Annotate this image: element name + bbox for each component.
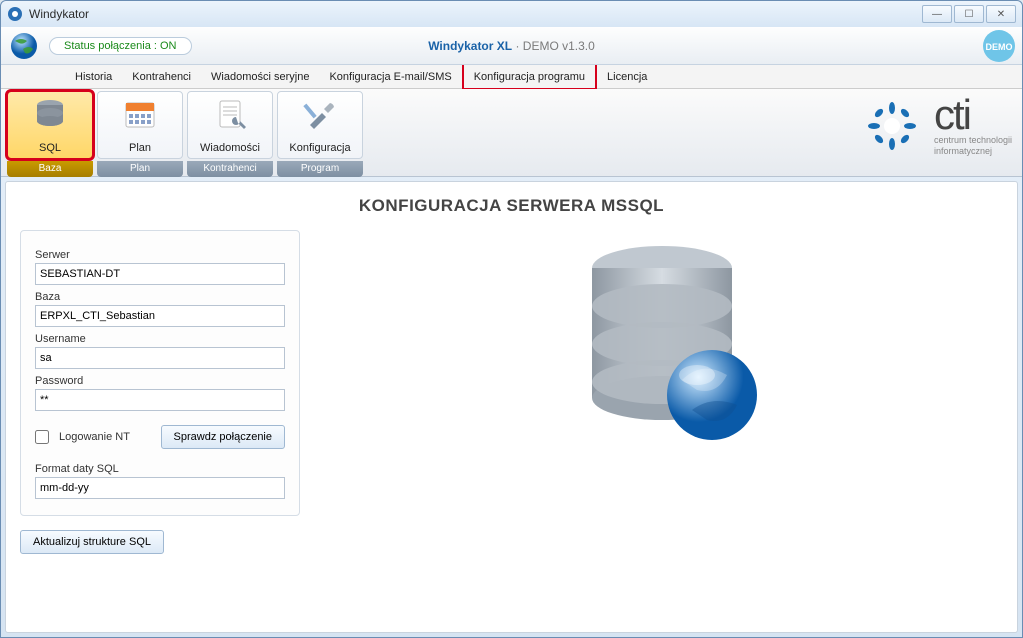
globe-icon <box>9 31 39 61</box>
pass-input[interactable] <box>35 389 285 411</box>
database-icon <box>32 97 68 133</box>
server-input[interactable] <box>35 263 285 285</box>
menu-licencja[interactable]: Licencja <box>597 65 657 88</box>
menu-historia[interactable]: Historia <box>65 65 122 88</box>
brand-logo: cti centrum technologii informatycznej <box>864 95 1012 157</box>
user-input[interactable] <box>35 347 285 369</box>
ribbon-group-kontrahenci: Wiadomości Kontrahenci <box>187 91 273 176</box>
ribbon-konfiguracja-button[interactable]: Konfiguracja <box>277 91 363 159</box>
ribbon-wiadomosci-button[interactable]: Wiadomości <box>187 91 273 159</box>
brand-text: cti <box>934 95 970 135</box>
ribbon-sql-button[interactable]: SQL <box>7 91 93 159</box>
ribbon-footer-kontrahenci: Kontrahenci <box>187 161 273 177</box>
menu-kontrahenci[interactable]: Kontrahenci <box>122 65 201 88</box>
section-title: KONFIGURACJA SERWERA MSSQL <box>20 196 1003 216</box>
sql-config-panel: Serwer Baza Username Password Logowanie … <box>20 230 300 516</box>
ribbon-group-baza: SQL Baza <box>7 91 93 176</box>
server-illustration <box>340 230 1003 450</box>
server-label: Serwer <box>35 249 285 261</box>
menubar: Historia Kontrahenci Wiadomości seryjne … <box>1 65 1022 89</box>
demo-badge-icon: DEMO <box>982 29 1016 63</box>
calendar-icon <box>122 97 158 133</box>
app-title: Windykator XL · DEMO v1.3.0 <box>428 39 595 53</box>
ribbon-footer-plan: Plan <box>97 161 183 177</box>
test-connection-button[interactable]: Sprawdz połączenie <box>161 425 285 449</box>
nt-login-label: Logowanie NT <box>59 431 151 443</box>
db-input[interactable] <box>35 305 285 327</box>
brand-sub2: informatycznej <box>934 146 992 157</box>
nt-login-checkbox[interactable] <box>35 430 49 444</box>
ribbon-group-plan: Plan Plan <box>97 91 183 176</box>
connection-status: Status połączenia : ON <box>49 37 192 55</box>
tools-icon <box>302 97 338 133</box>
content-area: KONFIGURACJA SERWERA MSSQL Serwer Baza U… <box>5 181 1018 633</box>
ribbon-plan-button[interactable]: Plan <box>97 91 183 159</box>
svg-text:DEMO: DEMO <box>986 42 1013 52</box>
titlebar: Windykator — ☐ ✕ <box>1 1 1022 27</box>
ribbon-footer-baza: Baza <box>7 161 93 177</box>
menu-konfig-email[interactable]: Konfiguracja E-mail/SMS <box>319 65 461 88</box>
menu-wiadomosci[interactable]: Wiadomości seryjne <box>201 65 319 88</box>
sunburst-icon <box>864 98 920 154</box>
datefmt-input[interactable] <box>35 477 285 499</box>
close-button[interactable]: ✕ <box>986 5 1016 23</box>
brand-sub1: centrum technologii <box>934 135 1012 146</box>
menu-konfig-program[interactable]: Konfiguracja programu <box>462 63 597 90</box>
pass-label: Password <box>35 375 285 387</box>
user-label: Username <box>35 333 285 345</box>
header-strip: Status połączenia : ON Windykator XL · D… <box>1 27 1022 65</box>
db-label: Baza <box>35 291 285 303</box>
ribbon-group-program: Konfiguracja Program <box>277 91 363 176</box>
datefmt-label: Format daty SQL <box>35 463 285 475</box>
app-icon <box>7 6 23 22</box>
maximize-button[interactable]: ☐ <box>954 5 984 23</box>
minimize-button[interactable]: — <box>922 5 952 23</box>
ribbon: SQL Baza Plan Plan <box>1 89 1022 177</box>
window-title: Windykator <box>29 7 89 21</box>
wrench-page-icon <box>212 97 248 133</box>
ribbon-footer-program: Program <box>277 161 363 177</box>
update-structure-button[interactable]: Aktualizuj strukture SQL <box>20 530 164 554</box>
app-window: Windykator — ☐ ✕ Status połączenia : ON … <box>0 0 1023 638</box>
